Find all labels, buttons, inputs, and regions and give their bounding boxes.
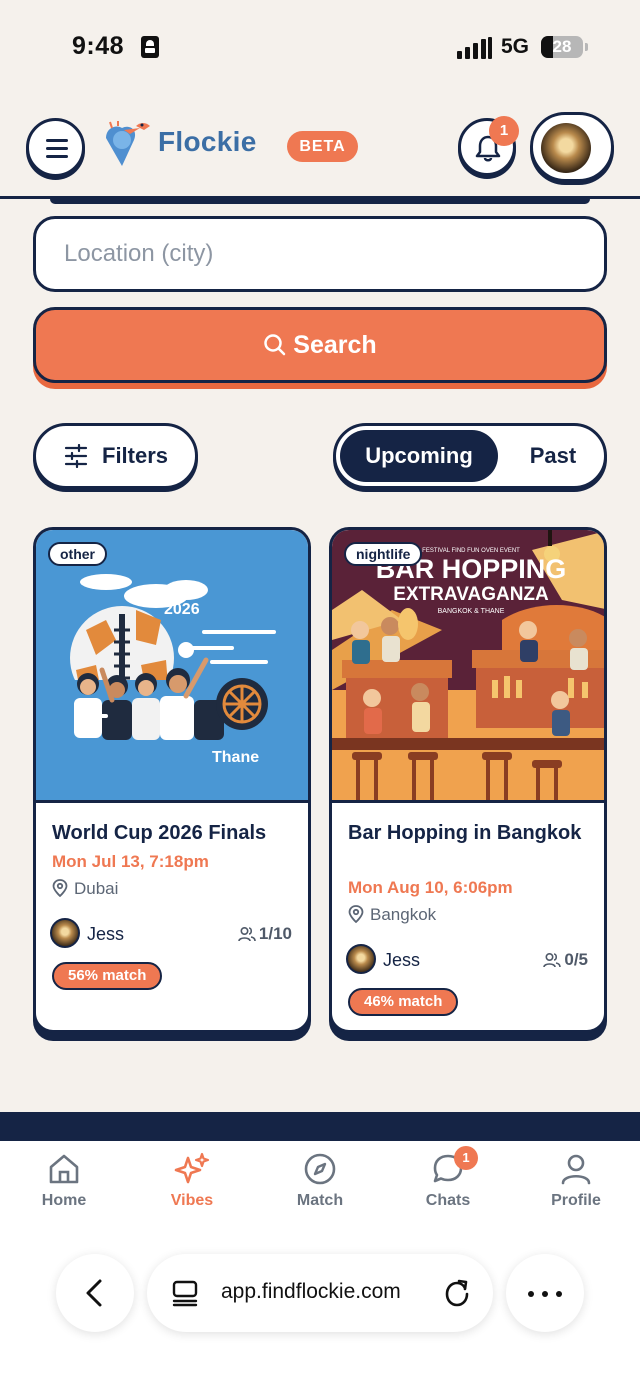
nav-chats[interactable]: Chats [398, 1152, 498, 1210]
compass-icon [304, 1153, 336, 1185]
event-poster-image: other 2026 Thane [36, 530, 308, 803]
reload-icon[interactable] [443, 1278, 471, 1308]
attendance-text: 0/5 [564, 950, 588, 969]
hamburger-menu-icon [46, 139, 68, 142]
signal-icon [457, 37, 493, 59]
attendance-count: 1/10 [238, 924, 292, 944]
chats-count-badge: 1 [454, 1146, 478, 1170]
bird-pin-logo[interactable] [100, 120, 156, 168]
event-date: Mon Aug 10, 6:06pm [348, 878, 513, 897]
attendance-text: 1/10 [258, 924, 292, 943]
notification-count-badge: 1 [489, 116, 519, 146]
map-pin-icon [52, 879, 68, 898]
beta-badge: BETA [287, 131, 358, 162]
poster-headline-2: EXTRAVAGANZA [393, 584, 549, 605]
time-toggle: Upcoming Past [333, 423, 607, 489]
sliders-icon [64, 444, 88, 468]
chevron-left-icon [86, 1279, 102, 1307]
nav-match[interactable]: Match [270, 1152, 370, 1210]
person-icon [561, 1154, 591, 1185]
search-button-label: Search [293, 331, 377, 359]
bar-hopping-illustration: FESTIVAL FIND FUN OVEN EVENT BAR HOPPING… [332, 530, 604, 800]
avatar [541, 123, 591, 173]
network-type: 5G [501, 35, 530, 58]
menu-button[interactable] [26, 118, 85, 177]
nav-home[interactable]: Home [14, 1152, 114, 1210]
browser-back-button[interactable] [56, 1254, 134, 1332]
more-dots-icon [528, 1291, 534, 1297]
match-badge: 46% match [348, 988, 459, 1016]
people-icon [238, 926, 256, 942]
user-avatar-button[interactable] [530, 112, 614, 182]
nav-vibes[interactable]: Vibes [142, 1152, 242, 1210]
nav-vibes-label: Vibes [170, 1192, 214, 1209]
map-pin-icon [348, 905, 364, 924]
nav-profile[interactable]: Profile [526, 1152, 626, 1210]
nav-home-label: Home [41, 1192, 87, 1209]
nav-match-label: Match [296, 1192, 344, 1209]
host-name: Jess [383, 950, 421, 970]
url-text: app.findflockie.com [221, 1280, 401, 1303]
home-icon [49, 1154, 79, 1184]
tab-upcoming[interactable]: Upcoming [340, 430, 498, 482]
sparkles-icon [174, 1152, 210, 1184]
search-button[interactable]: Search [33, 307, 607, 383]
poster-subtitle: BANGKOK & THANE [438, 608, 505, 615]
nav-profile-label: Profile [551, 1192, 601, 1209]
tab-past[interactable]: Past [506, 430, 600, 482]
browser-url-bar[interactable]: app.findflockie.com [147, 1254, 493, 1332]
tabs-icon [172, 1280, 198, 1307]
world-cup-illustration: 2026 Thane [70, 574, 276, 800]
event-title: Bar Hopping in Bangkok [348, 822, 582, 844]
nav-divider [0, 1112, 640, 1141]
event-location-text: Dubai [74, 879, 119, 898]
event-location: Dubai [52, 879, 118, 899]
host-name: Jess [87, 924, 125, 944]
search-icon [264, 334, 286, 356]
brand-name[interactable]: Flockie [158, 126, 257, 158]
event-date: Mon Jul 13, 7:18pm [52, 852, 209, 871]
battery-icon: 28 [541, 36, 588, 58]
people-icon [543, 952, 562, 968]
location-input[interactable] [33, 216, 607, 292]
id-card-icon [141, 36, 159, 58]
poster-city: Thane [212, 749, 259, 766]
event-location: Bangkok [348, 905, 436, 925]
host-avatar [50, 918, 80, 948]
event-poster-image: nightlife FESTIVAL FIND FUN OVEN EVENT B… [332, 530, 604, 803]
filters-label: Filters [102, 443, 169, 468]
category-tag: other [48, 542, 107, 566]
status-time: 9:48 [72, 32, 125, 60]
category-tag: nightlife [344, 542, 423, 566]
match-badge: 56% match [52, 962, 163, 990]
nav-chats-label: Chats [425, 1192, 471, 1209]
battery-level: 28 [552, 37, 572, 56]
header-shadow [50, 199, 590, 204]
host-avatar [346, 944, 376, 974]
attendance-count: 0/5 [543, 950, 588, 970]
event-location-text: Bangkok [370, 905, 437, 924]
event-title: World Cup 2026 Finals [52, 822, 267, 844]
event-card[interactable]: nightlife FESTIVAL FIND FUN OVEN EVENT B… [329, 527, 607, 1033]
event-card[interactable]: other 2026 Thane World Cup 2026 Finals M… [33, 527, 311, 1033]
filters-button[interactable]: Filters [33, 423, 198, 489]
poster-year: 2026 [164, 601, 200, 618]
browser-more-button[interactable] [506, 1254, 584, 1332]
